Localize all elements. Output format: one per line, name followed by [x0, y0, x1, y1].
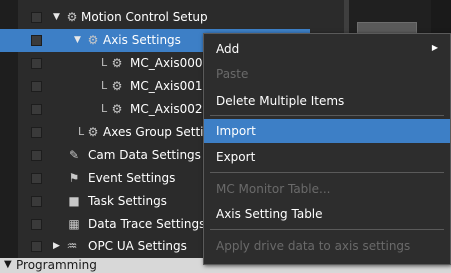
menu-item-label: Paste [216, 67, 249, 81]
menu-item-import[interactable]: Import [204, 119, 450, 143]
menu-item-label: Import [216, 124, 256, 138]
row-checkbox[interactable] [31, 219, 42, 230]
tree-item-motion-control-setup[interactable]: ▼ ⚙ Motion Control Setup [0, 6, 344, 29]
menu-item-apply-drive-data: Apply drive data to axis settings [204, 234, 450, 258]
gear-icon: ⚙ [66, 10, 78, 24]
menu-item-axis-setting-table[interactable]: Axis Setting Table [204, 202, 450, 226]
menu-item-add[interactable]: Add ▶ [204, 37, 450, 61]
row-checkbox[interactable] [31, 81, 42, 92]
expand-icon[interactable]: ▼ [53, 11, 60, 23]
flag-icon: ⚑ [68, 171, 80, 185]
menu-item-delete-multiple-items[interactable]: Delete Multiple Items [204, 89, 450, 113]
menu-item-label: Export [216, 150, 256, 164]
tree-item-label: Event Settings [88, 171, 176, 185]
row-checkbox[interactable] [31, 196, 42, 207]
opc-icon: ♒ [66, 239, 78, 253]
row-checkbox[interactable] [31, 150, 42, 161]
menu-item-label: MC Monitor Table... [216, 182, 331, 196]
tree-connector: L [101, 56, 108, 69]
task-icon: ■ [68, 194, 80, 208]
gear-icon: ⚙ [111, 102, 123, 116]
tree-connector: L [78, 125, 85, 138]
submenu-arrow-icon: ▶ [431, 43, 438, 52]
menu-item-label: Axis Setting Table [216, 207, 323, 221]
tree-item-label: OPC UA Settings [88, 239, 187, 253]
gear-icon: ⚙ [87, 33, 99, 47]
menu-item-label: Add [216, 42, 240, 56]
menu-item-label: Apply drive data to axis settings [216, 239, 411, 253]
tree-connector: L [101, 79, 108, 92]
expand-icon[interactable]: ▼ [4, 259, 12, 270]
row-checkbox[interactable] [31, 35, 42, 46]
cam-icon: ✎ [68, 148, 80, 162]
tree-item-label: Data Trace Settings [88, 217, 206, 231]
tree-item-label: Motion Control Setup [81, 10, 208, 24]
row-checkbox[interactable] [31, 104, 42, 115]
tree-item-label: MC_Axis000 [130, 56, 203, 70]
expand-icon[interactable]: ▼ [74, 34, 81, 46]
row-checkbox[interactable] [31, 127, 42, 138]
tree-item-label: Task Settings [88, 194, 167, 208]
context-menu: Add ▶ Paste Delete Multiple Items Import… [203, 33, 451, 265]
row-checkbox[interactable] [31, 58, 42, 69]
tree-connector: L [101, 102, 108, 115]
tree-item-label: Cam Data Settings [88, 148, 201, 162]
row-checkbox[interactable] [31, 173, 42, 184]
expand-icon[interactable]: ▶ [53, 240, 60, 252]
row-checkbox[interactable] [31, 241, 42, 252]
menu-separator [210, 229, 444, 230]
section-label: Programming [16, 258, 97, 272]
tree-item-label: MC_Axis002 [130, 102, 203, 116]
menu-item-mc-monitor-table: MC Monitor Table... [204, 177, 450, 201]
tree-item-label: Axis Settings [103, 33, 181, 47]
menu-separator [210, 172, 444, 173]
menu-item-paste: Paste [204, 62, 450, 86]
gear-icon: ⚙ [87, 125, 99, 139]
menu-item-export[interactable]: Export [204, 145, 450, 169]
row-checkbox[interactable] [31, 12, 42, 23]
tree-item-label: MC_Axis001 [130, 79, 203, 93]
menu-separator [210, 115, 444, 116]
gear-icon: ⚙ [111, 79, 123, 93]
trace-icon: ▦ [68, 217, 80, 231]
gear-icon: ⚙ [111, 56, 123, 70]
menu-item-label: Delete Multiple Items [216, 94, 345, 108]
